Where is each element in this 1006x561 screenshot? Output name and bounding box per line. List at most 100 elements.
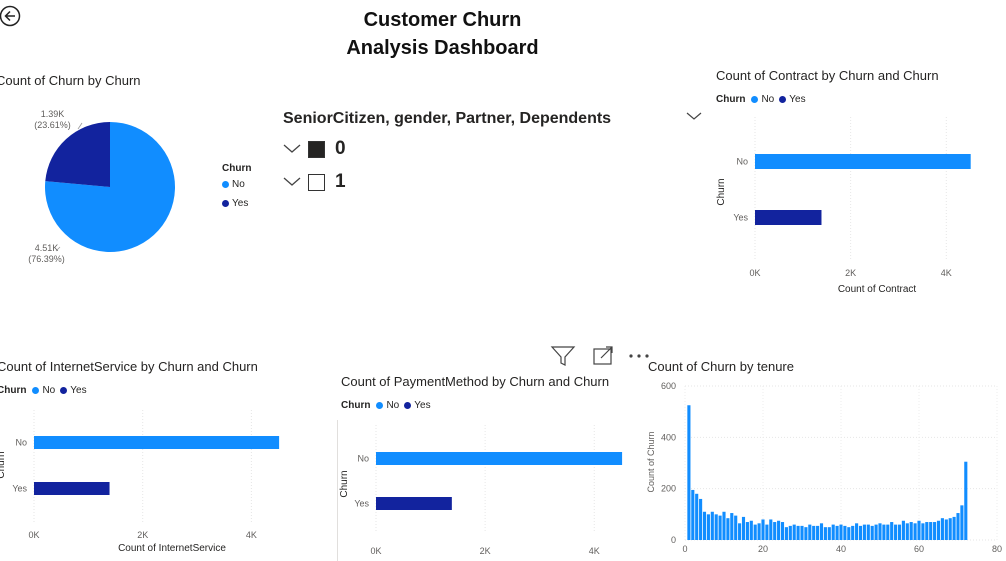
tenure-bar: [913, 523, 917, 540]
page-title-line2: Analysis Dashboard: [346, 37, 539, 59]
tenure-bar: [761, 519, 765, 540]
tenure-bar: [909, 522, 913, 540]
payment-bar-chart[interactable]: 0K 2K 4K No Yes Churn: [338, 420, 638, 561]
more-options-icon[interactable]: [628, 351, 650, 361]
tenure-bar: [944, 519, 948, 540]
y-tick-label: No: [15, 438, 27, 448]
x-tick-label: 20: [758, 544, 768, 554]
legend-dot-yes-icon: [60, 387, 68, 394]
tenure-bar: [722, 511, 726, 540]
tenure-column-chart[interactable]: 0 200 400 600 0 20 40 60 80 Count of Churn: [640, 378, 1006, 561]
tenure-bar: [905, 523, 909, 540]
tenure-bar: [804, 527, 808, 540]
tenure-bar: [839, 524, 843, 540]
tenure-bar: [773, 522, 777, 540]
chevron-down-icon[interactable]: [282, 172, 302, 192]
pie-label-no-value: 4.51K: [34, 243, 59, 253]
legend-dot-yes-icon: [222, 200, 229, 207]
pie-slice-yes[interactable]: [45, 122, 110, 187]
tenure-bar: [921, 523, 925, 540]
tenure-bar: [925, 522, 929, 540]
legend-label-no: No: [232, 179, 245, 190]
tenure-bar: [699, 498, 703, 540]
y-tick-label: Yes: [733, 213, 748, 223]
tenure-bar: [897, 524, 902, 540]
tenure-chart-title: Count of Churn by tenure: [648, 359, 794, 374]
tenure-bar: [741, 516, 746, 540]
x-tick-label: 0K: [749, 268, 760, 278]
legend-dot-no-icon: [751, 96, 759, 103]
tenure-bar: [855, 523, 859, 540]
pie-legend-item-yes[interactable]: Yes: [222, 194, 251, 213]
y-tick-label: 600: [661, 381, 676, 391]
legend-label-no: No: [386, 400, 400, 411]
y-axis-label: Churn: [339, 470, 350, 497]
page-title-line1: Customer Churn: [363, 9, 522, 31]
legend-label-yes: Yes: [232, 198, 249, 209]
tenure-bar: [917, 520, 921, 540]
x-tick-label: 0K: [28, 530, 39, 540]
pie-label-no: 4.51K (76.39%): [24, 243, 69, 265]
pie-label-yes-pct: (23.61%): [34, 120, 71, 130]
bar-no: [376, 452, 623, 465]
tenure-bar: [784, 527, 788, 540]
internet-chart-title: Count of InternetService by Churn and Ch…: [0, 359, 258, 374]
tenure-bar: [874, 524, 878, 540]
contract-bar-chart[interactable]: 0K 2K 4K No Yes Churn Count of Contract: [710, 112, 1000, 302]
internet-legend: Churn No Yes: [0, 385, 92, 396]
legend-label-yes: Yes: [414, 400, 431, 411]
tenure-bar: [792, 524, 796, 540]
x-tick-label: 80: [992, 544, 1002, 554]
internet-legend-item-no[interactable]: No: [32, 385, 55, 396]
focus-mode-icon[interactable]: [592, 345, 614, 367]
tenure-bar: [952, 516, 956, 540]
slicer-item-1[interactable]: 1: [282, 168, 346, 196]
tenure-bar: [862, 524, 866, 540]
checkbox-checked[interactable]: [308, 140, 325, 158]
internet-bar-chart[interactable]: 0K 2K 4K No Yes Churn Count of InternetService: [0, 405, 300, 555]
x-tick-label: 0: [682, 544, 687, 554]
contract-legend-item-no[interactable]: No: [751, 94, 774, 105]
tenure-bar: [929, 522, 933, 540]
pie-legend: Churn No Yes: [222, 163, 251, 213]
tenure-bar: [812, 525, 816, 540]
pie-label-yes-value: 1.39K: [40, 109, 65, 119]
internet-legend-item-yes[interactable]: Yes: [60, 385, 87, 396]
tenure-bar: [710, 511, 714, 540]
checkbox-unchecked[interactable]: [308, 173, 325, 191]
tenure-bar: [835, 525, 839, 540]
tenure-bar: [858, 525, 863, 540]
tenure-bar: [714, 514, 718, 540]
slicer-item-label: 0: [335, 138, 346, 159]
tenure-bar: [948, 518, 952, 540]
tenure-bar: [894, 524, 898, 540]
tenure-bar: [816, 525, 820, 540]
payment-legend-item-yes[interactable]: Yes: [404, 400, 431, 411]
tenure-bar: [745, 522, 749, 540]
slicer-item-0[interactable]: 0: [282, 135, 346, 163]
y-tick-label: Yes: [12, 484, 27, 494]
tenure-bar: [870, 525, 874, 540]
contract-legend-item-yes[interactable]: Yes: [779, 94, 806, 105]
drill-down-chevron-icon[interactable]: [686, 110, 702, 122]
tenure-bar: [843, 525, 847, 540]
pie-legend-item-no[interactable]: No: [222, 175, 251, 194]
tenure-bar: [730, 513, 734, 540]
payment-chart-title: Count of PaymentMethod by Churn and Chur…: [341, 374, 610, 389]
filter-icon[interactable]: [550, 344, 576, 368]
tenure-bar: [960, 505, 964, 540]
legend-dot-no-icon: [222, 181, 229, 188]
x-axis-label: Count of InternetService: [118, 543, 226, 554]
payment-legend-item-no[interactable]: No: [376, 400, 399, 411]
tenure-bar: [940, 518, 944, 540]
y-axis-label: Churn: [716, 178, 727, 205]
tenure-bar: [819, 523, 824, 540]
tenure-bar: [780, 522, 785, 540]
payment-legend-title: Churn: [341, 400, 371, 411]
tenure-bar: [956, 513, 960, 540]
back-button[interactable]: [0, 5, 22, 27]
chevron-down-icon[interactable]: [282, 139, 302, 159]
y-tick-label: 200: [661, 484, 676, 494]
x-tick-label: 4K: [589, 546, 600, 556]
tenure-bar: [796, 525, 800, 540]
